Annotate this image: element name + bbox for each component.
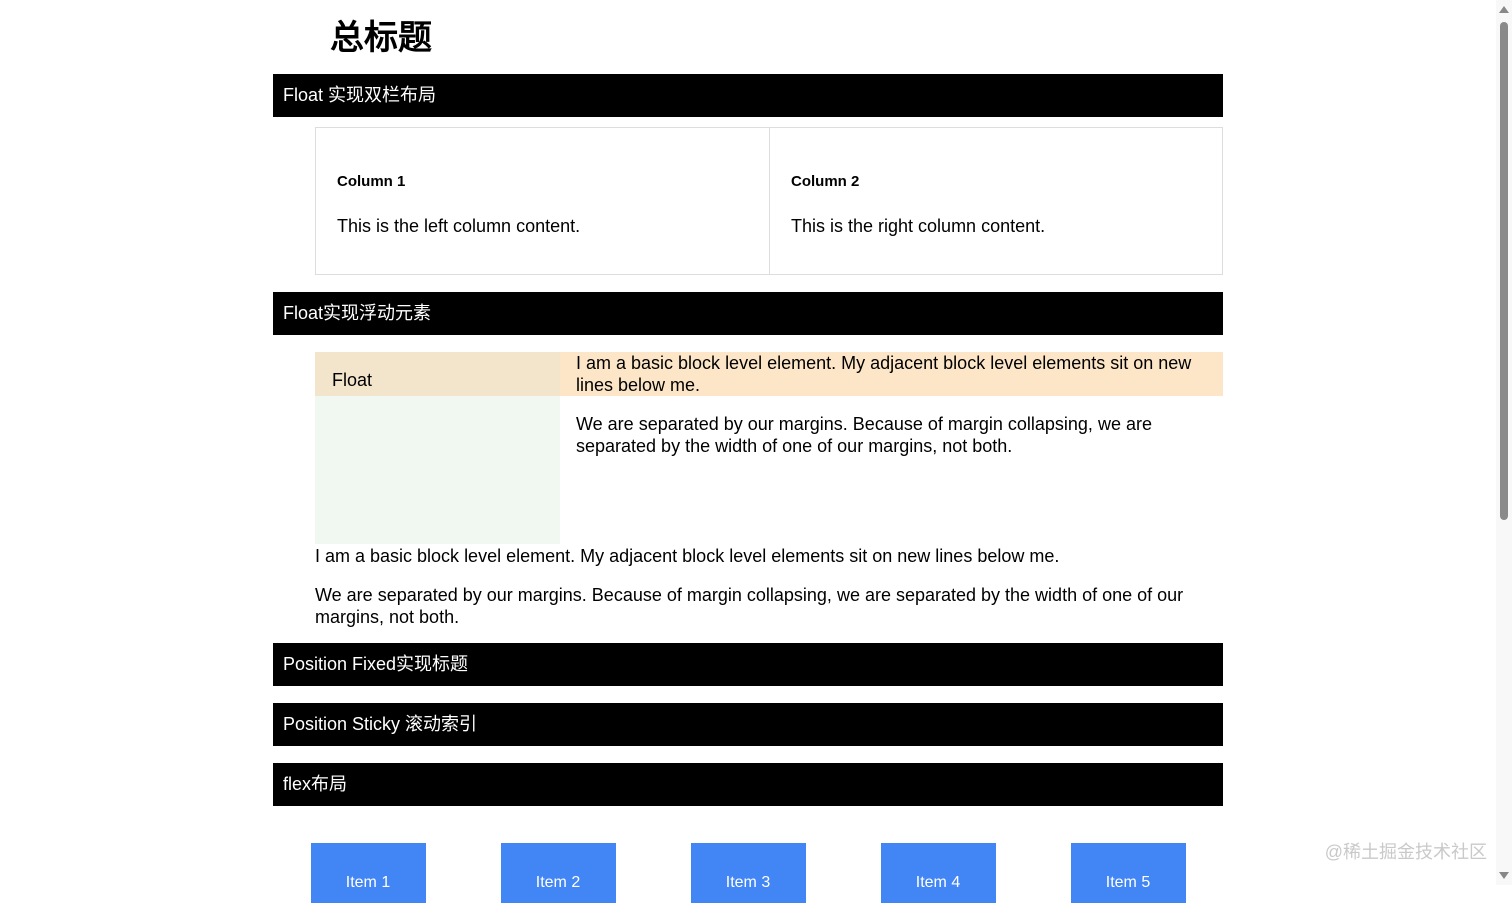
column-text: This is the left column content. <box>337 216 581 236</box>
column-text: This is the right column content. <box>791 216 1046 236</box>
column-left: Column 1 This is the left column content… <box>316 128 769 274</box>
section-header-flex-layout: flex布局 <box>273 763 1223 806</box>
flex-item: Item 2 <box>500 843 616 903</box>
flex-container: Item 1 Item 2 Item 3 Item 4 Item 5 <box>273 843 1223 903</box>
section-header-float-element: Float实现浮动元素 <box>273 292 1223 335</box>
paragraph-block: I am a basic block level element. My adj… <box>315 546 1060 566</box>
scroll-up-arrow-icon[interactable] <box>1499 6 1509 13</box>
flex-item: Item 4 <box>880 843 996 903</box>
flex-item: Item 1 <box>310 843 426 903</box>
two-column-layout: Column 1 This is the left column content… <box>315 127 1223 275</box>
scrollbar-thumb[interactable] <box>1500 22 1508 520</box>
column-right: Column 2 This is the right column conten… <box>769 128 1222 274</box>
page-title: 总标题 <box>330 19 432 57</box>
column-heading: Column 1 <box>337 173 406 190</box>
section-header-position-fixed: Position Fixed实现标题 <box>273 643 1223 686</box>
float-label: Float <box>332 370 373 390</box>
block-element-second: We are separated by our margins. Because… <box>576 414 1152 456</box>
watermark: @稀土掘金技术社区 <box>1324 842 1487 862</box>
paragraph-margins: We are separated by our margins. Because… <box>315 585 1184 627</box>
scroll-down-arrow-icon[interactable] <box>1499 872 1509 879</box>
section-header-position-sticky: Position Sticky 滚动索引 <box>273 703 1223 746</box>
flex-item: Item 5 <box>1070 843 1186 903</box>
section-header-float-columns: Float 实现双栏布局 <box>273 74 1223 117</box>
float-box: Float <box>315 352 560 544</box>
flex-item: Item 3 <box>690 843 806 903</box>
vertical-scrollbar[interactable] <box>1496 0 1512 885</box>
column-heading: Column 2 <box>791 173 860 190</box>
